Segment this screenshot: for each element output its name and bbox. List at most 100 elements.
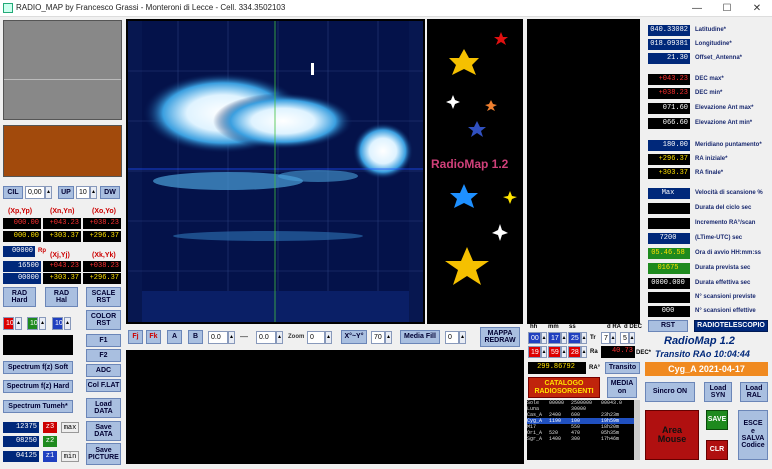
up-spinner[interactable]: ▴ <box>90 186 97 199</box>
ra-finale-value: +303.37 <box>648 168 690 179</box>
range-dash: — <box>240 332 248 341</box>
sincro-on-button[interactable]: Sincro ON <box>645 382 695 402</box>
offset-a-spinner[interactable]: ▴ <box>228 331 235 344</box>
blue-spinner-value[interactable]: 10 <box>52 317 63 330</box>
cil-spinner[interactable]: ▴ <box>45 186 52 199</box>
load-syn-button[interactable]: Load SYN <box>704 382 732 402</box>
preview-panel-top <box>3 20 122 120</box>
save-picture-button[interactable]: Save PICTURE <box>86 443 121 465</box>
fk-button[interactable]: Fk <box>146 330 161 344</box>
mm-label: mm <box>548 324 559 330</box>
value-70-spinner[interactable]: ▴ <box>385 331 392 344</box>
zoom-spinner[interactable]: ▴ <box>325 331 332 344</box>
a-button[interactable]: A <box>167 330 182 344</box>
clr-button[interactable]: CLR <box>706 440 728 460</box>
media-on-button[interactable]: MEDIA on <box>607 377 637 398</box>
media-fill-button[interactable]: Media Fill <box>400 330 440 344</box>
dw-button[interactable]: DW <box>100 186 120 199</box>
blue-spinner[interactable]: ▴ <box>64 317 71 330</box>
up-input[interactable]: 10 <box>76 186 90 199</box>
red-spinner-value[interactable]: 10 <box>3 317 14 330</box>
mm-spinner[interactable]: ▴ <box>561 332 567 344</box>
rad-hard-button[interactable]: RAD Hard <box>3 287 36 307</box>
mappa-redraw-button[interactable]: MAPPA REDRAW <box>480 327 520 347</box>
durata-effettiva-value: 0000.000 <box>648 278 690 289</box>
cil-input[interactable]: 0,00 <box>25 186 45 199</box>
source-date-banner: Cyg_A 2021-04-17 <box>645 362 768 376</box>
tr-input[interactable]: 7 <box>601 332 610 344</box>
hh2-input[interactable]: 19 <box>528 346 541 358</box>
spectrum-panel <box>527 19 640 324</box>
minimize-button[interactable]: — <box>682 0 712 17</box>
f1-button[interactable]: F1 <box>86 334 121 347</box>
mm-input[interactable]: 17 <box>548 332 561 344</box>
up-button[interactable]: UP <box>58 186 74 199</box>
save-data-button[interactable]: Save DATA <box>86 421 121 441</box>
ss-input[interactable]: 25 <box>568 332 581 344</box>
readout-yn: +303.37 <box>43 231 81 242</box>
radiotelescopio-button[interactable]: RADIOTELESCOPIO <box>694 320 768 332</box>
b-button[interactable]: B <box>188 330 203 344</box>
green-spinner-value[interactable]: 10 <box>27 317 38 330</box>
fj-button[interactable]: Fj <box>128 330 143 344</box>
dra-spinner[interactable]: ▴ <box>629 332 635 344</box>
xy-button[interactable]: X°~Y° <box>341 330 367 344</box>
esce-salva-button[interactable]: ESCE e SALVA Codice <box>738 410 768 460</box>
catalog-cell: 1400 <box>549 436 562 442</box>
hh2-spinner[interactable]: ▴ <box>541 346 547 358</box>
cil-button[interactable]: CIL <box>3 186 23 199</box>
star-decoration <box>445 32 517 285</box>
spectrum-hard-button[interactable]: Spectrum f(z) Hard <box>3 380 73 393</box>
value-70-input[interactable]: 70 <box>371 331 385 344</box>
dra-input[interactable]: 5 <box>620 332 629 344</box>
value-0-spinner[interactable]: ▴ <box>459 331 466 344</box>
ra-degree-display: 299.86792 <box>528 362 586 374</box>
spectrum-soft-button[interactable]: Spectrum f(z) Soft <box>3 361 73 374</box>
durata-effettiva-label: Durata effettiva sec <box>695 280 751 286</box>
load-data-button[interactable]: Load DATA <box>86 398 121 418</box>
elev-min-label: Elevazione Ant min* <box>695 120 753 126</box>
area-mouse-button[interactable]: Area Mouse <box>645 410 699 460</box>
catalogo-button[interactable]: CATALOGO RADIOSORGENTI <box>528 377 600 398</box>
f2-button[interactable]: F2 <box>86 349 121 362</box>
app-icon <box>3 3 13 13</box>
maximize-button[interactable]: ☐ <box>712 0 742 17</box>
transito-button[interactable]: Transito <box>605 362 640 374</box>
rad-hal-button[interactable]: RAD Hal <box>45 287 78 307</box>
ss-label: ss <box>569 324 576 330</box>
rst-button[interactable]: RST <box>648 320 688 332</box>
zoom-input[interactable]: 0 <box>307 331 325 344</box>
mm2-spinner[interactable]: ▴ <box>561 346 567 358</box>
ss-spinner[interactable]: ▴ <box>581 332 587 344</box>
ra-finale-label: RA finale* <box>695 170 724 176</box>
catalog-row[interactable]: Sgr_A 1400 300 17h46m <box>527 436 639 442</box>
color-rst-button[interactable]: COLOR RST <box>86 310 121 330</box>
catalog-scrollbar[interactable] <box>634 400 640 460</box>
load-ral-button[interactable]: Load RAL <box>740 382 768 402</box>
ss2-spinner[interactable]: ▴ <box>581 346 587 358</box>
tr-spinner[interactable]: ▴ <box>610 332 616 344</box>
offset-b-input[interactable]: 0.0 <box>256 331 276 344</box>
hh-spinner[interactable]: ▴ <box>541 332 547 344</box>
radio-map-canvas[interactable] <box>128 21 423 322</box>
max-label: max <box>61 422 79 433</box>
readout-xo: +038.23 <box>83 218 121 229</box>
max-velocity-button[interactable]: Max <box>648 188 690 199</box>
save-button[interactable]: SAVE <box>706 410 728 430</box>
mm2-input[interactable]: 59 <box>548 346 561 358</box>
col-flat-button[interactable]: Col F.LAT <box>86 379 121 392</box>
value-0-input[interactable]: 0 <box>445 331 459 344</box>
red-spinner[interactable]: ▴ <box>15 317 22 330</box>
close-button[interactable]: ✕ <box>742 0 772 17</box>
spectrum-tumeh-button[interactable]: Spectrum Tumeh* <box>3 400 73 413</box>
hh-input[interactable]: 00 <box>528 332 541 344</box>
readout-xj: +043.23 <box>43 261 81 272</box>
offset-a-input[interactable]: 0.0 <box>208 331 228 344</box>
offset-b-spinner[interactable]: ▴ <box>276 331 283 344</box>
adc-button[interactable]: ADC <box>86 364 121 377</box>
ss2-input[interactable]: 28 <box>568 346 581 358</box>
green-spinner[interactable]: ▴ <box>39 317 46 330</box>
scale-rst-button[interactable]: SCALE RST <box>86 287 121 307</box>
source-catalog-list[interactable]: Sole 00000 2500000 00043.0 Luna 30000 Cas_A 240… <box>527 400 639 460</box>
color-swatch-display <box>3 335 73 355</box>
